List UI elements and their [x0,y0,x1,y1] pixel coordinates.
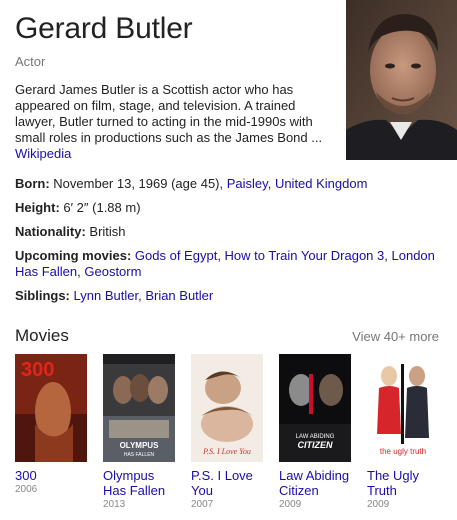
movie-year: 2007 [191,499,214,510]
svg-text:CITIZEN: CITIZEN [298,440,333,450]
knowledge-panel: Gerard Butler Actor Gerard James Butler … [0,0,457,520]
poster-image: P.S. I Love You [191,354,263,462]
movie-year: 2009 [279,499,302,510]
poster-title-text: 300 [21,359,54,381]
movie-card[interactable]: OLYMPUS HAS FALLEN Olympus Has Fallen 20… [103,354,179,510]
movies-header: Movies View 40+ more [15,326,439,350]
movie-title[interactable]: Law Abiding Citizen [279,468,355,498]
movie-title[interactable]: 300 [15,468,91,483]
portrait-image [346,0,457,160]
movie-title[interactable]: The Ugly Truth [367,468,443,498]
svg-text:OLYMPUS: OLYMPUS [120,441,159,450]
birthplace-link-paisley[interactable]: Paisley [227,176,268,191]
fact-upcoming-movies: Upcoming movies: Gods of Egypt, How to T… [15,248,445,280]
entity-type: Actor [15,54,46,69]
poster-image: OLYMPUS HAS FALLEN [103,354,175,462]
movie-title[interactable]: Olympus Has Fallen [103,468,179,498]
movie-poster[interactable]: P.S. I Love You [191,354,263,462]
entity-photo[interactable] [346,0,457,160]
fact-born-date: November 13, 1969 (age 45), [53,176,224,191]
entity-description: Gerard James Butler is a Scottish actor … [15,82,335,162]
movie-poster[interactable]: 300 [15,354,87,462]
movie-year: 2009 [367,499,390,510]
poster-image: 300 [15,354,87,462]
upcoming-sep: , [384,248,392,263]
fact-born: Born: November 13, 1969 (age 45), Paisle… [15,176,445,192]
fact-height: Height: 6′ 2″ (1.88 m) [15,200,445,216]
fact-height-label: Height: [15,200,60,215]
upcoming-movie-link[interactable]: Gods of Egypt [135,248,217,263]
svg-text:the ugly truth: the ugly truth [380,447,426,456]
view-more-link[interactable]: View 40+ more [352,329,439,344]
upcoming-sep: , [217,248,225,263]
movie-poster[interactable]: the ugly truth [367,354,439,462]
fact-upcoming-label: Upcoming movies: [15,248,132,263]
svg-text:HAS FALLEN: HAS FALLEN [124,452,155,458]
sibling-link[interactable]: Lynn Butler [74,288,139,303]
fact-born-sep: , [267,176,275,191]
wikipedia-link[interactable]: Wikipedia [15,146,335,162]
entity-name: Gerard Butler [15,12,193,45]
description-text: Gerard James Butler is a Scottish actor … [15,82,323,145]
movie-poster[interactable]: OLYMPUS HAS FALLEN [103,354,175,462]
movie-year: 2013 [103,499,126,510]
birthplace-link-uk[interactable]: United Kingdom [275,176,368,191]
movie-card[interactable]: 300 300 2006 [15,354,91,495]
movie-title[interactable]: P.S. I Love You [191,468,267,498]
movie-card[interactable]: LAW ABIDING CITIZEN Law Abiding Citizen … [279,354,355,510]
movie-card[interactable]: the ugly truth The Ugly Truth 2009 [367,354,443,510]
movie-poster[interactable]: LAW ABIDING CITIZEN [279,354,351,462]
poster-image: LAW ABIDING CITIZEN [279,354,351,462]
upcoming-movie-link[interactable]: How to Train Your Dragon 3 [225,248,385,263]
movie-year: 2006 [15,484,38,495]
fact-height-value: 6′ 2″ (1.88 m) [63,200,141,215]
sibling-link[interactable]: Brian Butler [145,288,213,303]
fact-siblings-label: Siblings: [15,288,70,303]
fact-siblings: Siblings: Lynn Butler, Brian Butler [15,288,445,304]
fact-nationality: Nationality: British [15,224,445,240]
fact-nationality-value: British [89,224,126,239]
svg-text:P.S. I Love You: P.S. I Love You [202,447,251,456]
facts-list: Born: November 13, 1969 (age 45), Paisle… [15,176,445,312]
fact-born-label: Born: [15,176,50,191]
fact-nationality-label: Nationality: [15,224,86,239]
upcoming-movie-link[interactable]: Geostorm [84,264,141,279]
movie-card[interactable]: P.S. I Love You P.S. I Love You 2007 [191,354,267,510]
poster-image: the ugly truth [367,354,439,462]
movies-heading: Movies [15,326,69,345]
